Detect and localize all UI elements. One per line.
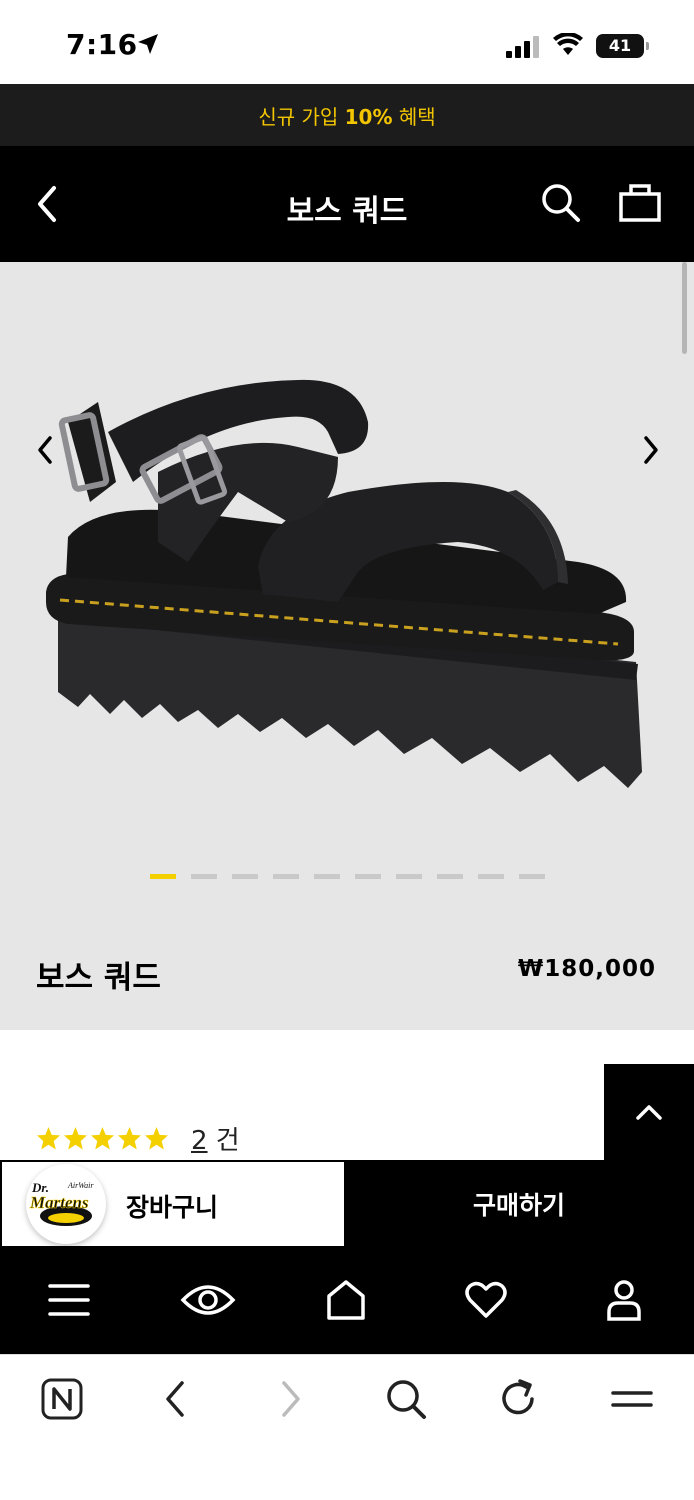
gallery-pagination (150, 874, 545, 879)
browser-toolbar (0, 1354, 694, 1500)
brand-logo: Dr. AirWair Martens (26, 1164, 106, 1244)
signal-icon (506, 36, 539, 58)
scrollbar[interactable] (682, 262, 687, 354)
hamburger-icon[interactable] (48, 1278, 90, 1322)
purchase-bar: Dr. AirWair Martens 장바구니 구매하기 (0, 1160, 694, 1248)
browser-forward-icon[interactable] (276, 1377, 306, 1421)
header: 보스 쿼드 (0, 146, 694, 262)
refresh-icon[interactable] (496, 1377, 540, 1421)
naver-icon[interactable] (40, 1377, 84, 1421)
pagination-dot[interactable] (519, 874, 545, 879)
pagination-dot[interactable] (191, 874, 217, 879)
product-image (46, 379, 642, 788)
user-icon[interactable] (606, 1278, 642, 1322)
promo-text: 신규 가입 10% 혜택 (258, 104, 436, 129)
star-icon (37, 1127, 60, 1150)
cart-label: 장바구니 (126, 1193, 219, 1222)
svg-text:AirWair: AirWair (67, 1181, 94, 1190)
pagination-dot-active[interactable] (150, 874, 176, 879)
status-time: 7:16 (66, 28, 138, 61)
svg-text:Martens: Martens (29, 1193, 89, 1212)
add-to-cart-button[interactable]: Dr. AirWair Martens 장바구니 (2, 1162, 344, 1246)
home-icon[interactable] (326, 1278, 366, 1322)
browser-search-icon[interactable] (384, 1377, 428, 1421)
buy-now-button[interactable]: 구매하기 (344, 1160, 694, 1248)
bottom-navigation (0, 1248, 694, 1354)
promo-banner[interactable]: 신규 가입 10% 혜택 (0, 84, 694, 146)
battery-indicator: 41 (596, 34, 649, 58)
pagination-dot[interactable] (396, 874, 422, 879)
star-icon (91, 1127, 114, 1150)
eye-icon[interactable] (180, 1278, 236, 1322)
star-icon (64, 1127, 87, 1150)
page-title: 보스 쿼드 (286, 194, 408, 229)
product-name: 보스 쿼드 (36, 960, 161, 996)
star-icon (118, 1127, 141, 1150)
product-price: ₩180,000 (517, 956, 656, 982)
review-summary[interactable]: 2 건 (36, 1120, 240, 1157)
shopping-bag-icon[interactable] (618, 180, 662, 224)
status-bar: 7:16 41 (0, 0, 694, 84)
star-icon (145, 1127, 168, 1150)
wifi-icon (553, 33, 583, 55)
chevron-up-icon (636, 1105, 662, 1120)
pagination-dot[interactable] (478, 874, 504, 879)
browser-menu-icon[interactable] (610, 1377, 654, 1421)
pagination-dot[interactable] (355, 874, 381, 879)
review-count[interactable]: 2 건 (191, 1120, 240, 1157)
product-gallery[interactable]: 보스 쿼드 ₩180,000 (0, 262, 694, 1030)
pagination-dot[interactable] (437, 874, 463, 879)
heart-icon[interactable] (464, 1278, 508, 1322)
pagination-dot[interactable] (232, 874, 258, 879)
search-icon[interactable] (540, 182, 582, 224)
browser-back-icon[interactable] (160, 1377, 190, 1421)
pagination-dot[interactable] (273, 874, 299, 879)
scroll-to-top-button[interactable] (604, 1064, 694, 1160)
location-arrow-icon (138, 34, 158, 54)
dr-martens-logo-icon: Dr. AirWair Martens (29, 1180, 94, 1226)
star-rating (36, 1126, 169, 1151)
pagination-dot[interactable] (314, 874, 340, 879)
